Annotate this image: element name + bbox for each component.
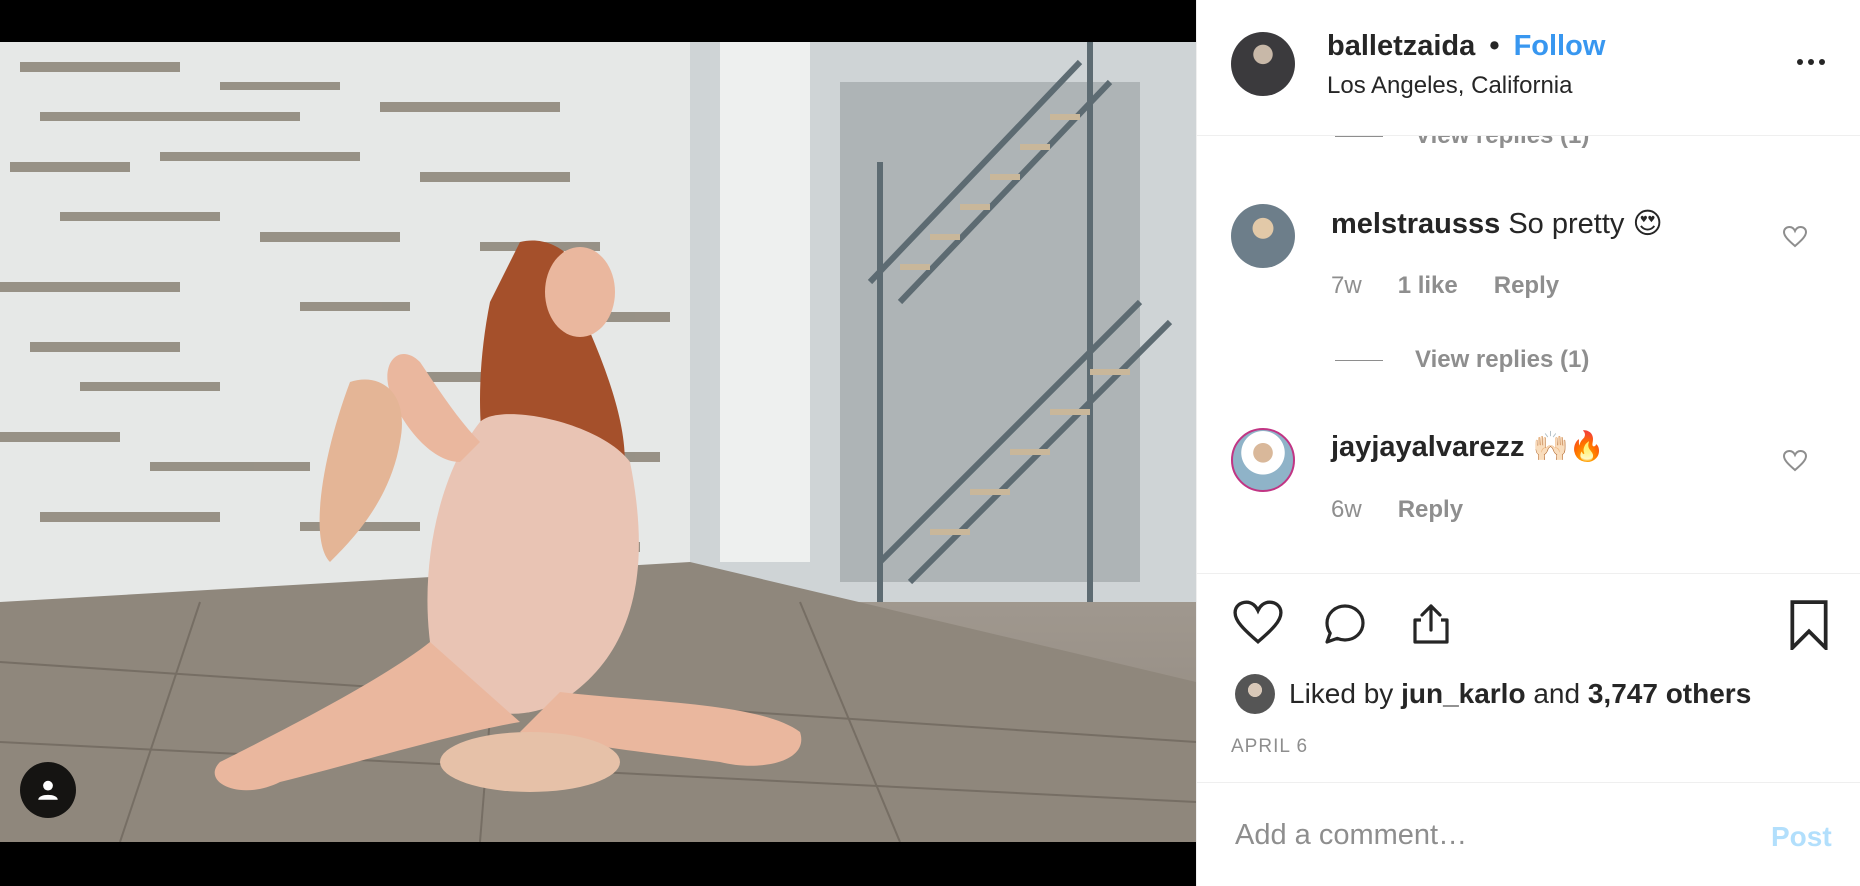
comment-meta: 6w Reply <box>1331 496 1463 524</box>
post-photo-pane <box>0 0 1196 886</box>
post-actions-bar <box>1197 574 1860 664</box>
person-icon <box>38 780 58 800</box>
post-date[interactable]: APRIL 6 <box>1231 736 1308 758</box>
author-avatar[interactable] <box>1231 32 1295 96</box>
likes-count-link[interactable]: 3,747 others <box>1588 678 1751 710</box>
more-options-icon[interactable] <box>1797 50 1837 74</box>
comment-username[interactable]: melstrausss <box>1331 208 1500 240</box>
view-replies-button[interactable]: View replies (1) <box>1335 136 1589 150</box>
replies-divider-line <box>1335 359 1383 361</box>
liked-by-conjunction: and <box>1533 678 1581 709</box>
comment-icon[interactable] <box>1321 600 1369 648</box>
liker-avatar[interactable] <box>1235 674 1275 714</box>
comment-item: melstrausss So pretty 😍 7w 1 like Reply <box>1197 204 1860 324</box>
reply-button[interactable]: Reply <box>1494 272 1559 300</box>
view-replies-button[interactable]: View replies (1) <box>1335 346 1589 374</box>
comments-list[interactable]: View replies (1) melstrausss So pretty 😍… <box>1197 136 1860 574</box>
commenter-avatar[interactable] <box>1231 204 1295 268</box>
share-icon[interactable] <box>1407 600 1455 648</box>
replies-divider-line <box>1335 136 1383 137</box>
tagged-people-button[interactable] <box>20 762 76 818</box>
comment-item: jayjayalvarezz 🙌🏻🔥 6w Reply <box>1197 428 1860 548</box>
view-replies-label: View replies (1) <box>1415 346 1590 373</box>
separator-dot: • <box>1489 30 1500 62</box>
add-comment-bar: Post <box>1197 782 1860 886</box>
author-line: balletzaida • Follow <box>1327 30 1605 63</box>
photo-illustration <box>0 42 1196 842</box>
bookmark-icon[interactable] <box>1787 600 1831 650</box>
comment-text: melstrausss So pretty 😍 <box>1331 206 1663 241</box>
comment-age[interactable]: 6w <box>1331 496 1362 524</box>
post-comment-button[interactable]: Post <box>1771 821 1832 853</box>
comment-body: 🙌🏻🔥 <box>1532 431 1605 463</box>
liked-by-prefix: Liked by <box>1289 678 1394 709</box>
likes-summary: Liked by jun_karlo and 3,747 others <box>1235 674 1751 714</box>
comment-username[interactable]: jayjayalvarezz <box>1331 431 1524 463</box>
post-side-panel: balletzaida • Follow Los Angeles, Califo… <box>1196 0 1860 886</box>
comment-body: So pretty 😍 <box>1508 208 1663 240</box>
commenter-avatar[interactable] <box>1231 428 1295 492</box>
comment-likes[interactable]: 1 like <box>1398 272 1458 300</box>
post-header: balletzaida • Follow Los Angeles, Califo… <box>1197 0 1860 136</box>
comment-age[interactable]: 7w <box>1331 272 1362 300</box>
author-username[interactable]: balletzaida <box>1327 30 1475 62</box>
heart-icon[interactable] <box>1233 600 1283 646</box>
reply-button[interactable]: Reply <box>1398 496 1463 524</box>
liker-username[interactable]: jun_karlo <box>1401 678 1525 710</box>
comment-text: jayjayalvarezz 🙌🏻🔥 <box>1331 430 1605 464</box>
follow-button[interactable]: Follow <box>1514 30 1606 62</box>
comment-meta: 7w 1 like Reply <box>1331 272 1559 300</box>
comment-like-heart-icon[interactable] <box>1783 226 1807 248</box>
view-replies-label: View replies (1) <box>1415 136 1589 150</box>
post-photo[interactable] <box>0 42 1196 842</box>
comment-like-heart-icon[interactable] <box>1783 450 1807 472</box>
post-location[interactable]: Los Angeles, California <box>1327 72 1572 100</box>
add-comment-input[interactable] <box>1235 813 1715 857</box>
